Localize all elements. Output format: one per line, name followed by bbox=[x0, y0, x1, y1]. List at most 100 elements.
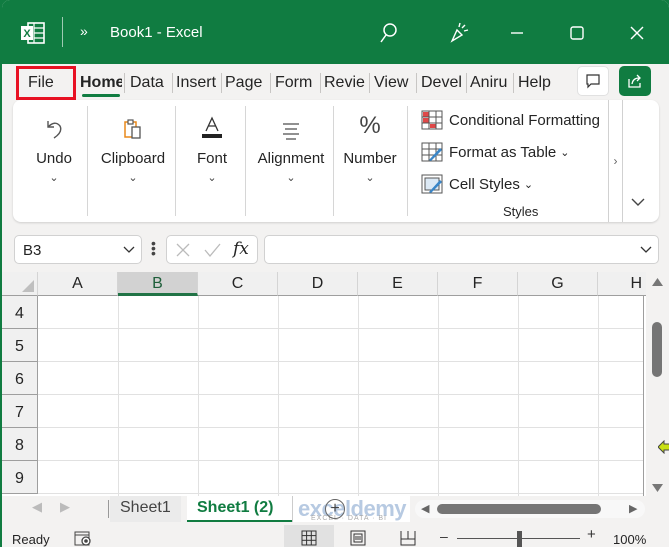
zoom-level[interactable]: 100% bbox=[613, 532, 646, 547]
page-break-view-icon[interactable] bbox=[400, 530, 416, 546]
quick-access-overflow[interactable]: » bbox=[80, 23, 88, 39]
normal-view-icon bbox=[301, 530, 317, 546]
name-box-value: B3 bbox=[23, 242, 42, 259]
group-divider bbox=[175, 106, 176, 216]
tab-review[interactable]: Revie bbox=[324, 69, 368, 97]
chevron-down-icon: ⌄ bbox=[207, 172, 217, 184]
zoom-out-button[interactable]: – bbox=[440, 528, 448, 544]
scroll-up-icon[interactable] bbox=[652, 278, 663, 286]
tab-formulas[interactable]: Form bbox=[275, 69, 319, 97]
chevron-down-icon[interactable] bbox=[640, 246, 652, 254]
group-divider bbox=[87, 106, 88, 216]
row-header[interactable]: 4 bbox=[2, 296, 38, 329]
horizontal-scrollbar[interactable]: ◀ ▶ bbox=[415, 500, 645, 518]
zoom-in-button[interactable]: + bbox=[587, 526, 596, 543]
vertical-scrollbar[interactable] bbox=[646, 272, 669, 498]
column-header[interactable]: E bbox=[358, 272, 438, 296]
tab-divider bbox=[416, 73, 417, 93]
cancel-icon[interactable] bbox=[175, 242, 191, 258]
formula-input[interactable] bbox=[264, 235, 659, 264]
column-header[interactable]: G bbox=[518, 272, 598, 296]
row-header[interactable]: 9 bbox=[2, 461, 38, 494]
sheet-tab-active[interactable]: Sheet1 (2) bbox=[187, 496, 292, 522]
undo-group[interactable]: Undo ⌄ bbox=[21, 100, 87, 218]
font-group[interactable]: Font ⌄ bbox=[179, 100, 245, 218]
share-button[interactable] bbox=[619, 66, 651, 96]
add-sheet-button[interactable]: + bbox=[325, 499, 345, 519]
search-button[interactable] bbox=[374, 18, 404, 48]
chevron-down-icon: ⌄ bbox=[560, 146, 570, 159]
column-header-selected[interactable]: B bbox=[118, 272, 198, 296]
page-layout-view-icon[interactable] bbox=[350, 530, 366, 546]
clipboard-group[interactable]: Clipboard ⌄ bbox=[91, 100, 175, 218]
tab-divider bbox=[466, 73, 467, 93]
formula-bar-grip-icon[interactable]: • • • bbox=[151, 236, 156, 260]
undo-label: Undo bbox=[36, 150, 72, 167]
col-gridline bbox=[438, 296, 439, 496]
zoom-slider-thumb[interactable] bbox=[516, 531, 522, 547]
conditional-formatting-label: Conditional Formatting bbox=[449, 111, 600, 129]
format-as-table-button[interactable]: Format as Table ⌄ bbox=[421, 140, 570, 164]
tab-page-layout[interactable]: Page bbox=[225, 69, 267, 97]
status-mode: Ready bbox=[12, 532, 50, 547]
select-all-corner[interactable] bbox=[2, 272, 38, 296]
close-button[interactable] bbox=[622, 18, 652, 48]
maximize-button[interactable] bbox=[562, 18, 592, 48]
cursor-arrow-icon bbox=[658, 440, 669, 454]
tab-custom[interactable]: Aniru bbox=[470, 69, 512, 97]
comments-button[interactable] bbox=[577, 66, 609, 96]
tab-insert[interactable]: Insert bbox=[176, 69, 220, 97]
row-header[interactable]: 8 bbox=[2, 428, 38, 461]
row-header[interactable]: 6 bbox=[2, 362, 38, 395]
search-icon bbox=[380, 23, 397, 43]
ribbon-expand-button[interactable] bbox=[631, 194, 645, 212]
row-gridline bbox=[38, 394, 644, 395]
normal-view-button[interactable] bbox=[284, 525, 334, 547]
accessibility-icon[interactable] bbox=[74, 530, 92, 546]
tab-divider bbox=[270, 73, 271, 93]
ribbon-scroll-right[interactable]: › bbox=[608, 100, 623, 222]
column-header[interactable]: C bbox=[198, 272, 278, 296]
minimize-button[interactable] bbox=[502, 18, 532, 48]
tab-help[interactable]: Help bbox=[518, 69, 558, 97]
col-gridline bbox=[518, 296, 519, 496]
cell-styles-button[interactable]: Cell Styles ⌄ bbox=[421, 172, 533, 196]
conditional-formatting-button[interactable]: Conditional Formatting bbox=[421, 108, 600, 132]
row-header[interactable]: 7 bbox=[2, 395, 38, 428]
chevron-down-icon[interactable] bbox=[123, 246, 135, 254]
name-box[interactable]: B3 bbox=[14, 235, 142, 264]
tab-data[interactable]: Data bbox=[130, 69, 170, 97]
chevron-down-icon bbox=[631, 198, 645, 206]
alignment-group[interactable]: Alignment ⌄ bbox=[249, 100, 333, 218]
column-header[interactable]: H bbox=[598, 272, 646, 296]
column-header[interactable]: D bbox=[278, 272, 358, 296]
row-gridline bbox=[38, 328, 644, 329]
prev-sheet-icon[interactable]: ◀ bbox=[32, 499, 42, 515]
row-header[interactable]: 5 bbox=[2, 329, 38, 362]
tab-home[interactable]: Home bbox=[80, 69, 122, 97]
vertical-scroll-thumb[interactable] bbox=[652, 322, 662, 377]
status-bar: Ready – + 100% bbox=[2, 522, 669, 547]
group-divider bbox=[245, 106, 246, 216]
tab-developer[interactable]: Devel bbox=[421, 69, 465, 97]
scroll-down-icon[interactable] bbox=[652, 484, 663, 492]
cell-styles-label: Cell Styles bbox=[449, 175, 520, 193]
column-header[interactable]: F bbox=[438, 272, 518, 296]
ribbon-tabs: File Home Data Insert Page Form Revie Vi… bbox=[2, 64, 669, 100]
insert-function-icon[interactable]: fx bbox=[233, 239, 249, 259]
close-icon bbox=[630, 26, 644, 40]
horizontal-scroll-thumb[interactable] bbox=[437, 504, 601, 514]
copilot-button[interactable] bbox=[444, 18, 474, 48]
scroll-right-icon[interactable]: ▶ bbox=[629, 502, 637, 515]
grid-edge bbox=[643, 296, 644, 496]
column-header[interactable]: A bbox=[38, 272, 118, 296]
col-gridline bbox=[358, 296, 359, 496]
number-group[interactable]: % Number ⌄ bbox=[337, 100, 403, 218]
spreadsheet-grid[interactable]: A B C D E F G H 4 5 6 7 8 9 bbox=[2, 272, 646, 496]
scroll-left-icon[interactable]: ◀ bbox=[421, 502, 429, 515]
sheet-tab-bar: ◀ ▶ Sheet1 Sheet1 (2) exceldemy EXCEL · … bbox=[2, 496, 669, 522]
enter-icon[interactable] bbox=[203, 242, 221, 258]
next-sheet-icon[interactable]: ▶ bbox=[60, 499, 70, 515]
sheet-tab[interactable]: Sheet1 bbox=[110, 496, 181, 522]
tab-view[interactable]: View bbox=[374, 69, 414, 97]
